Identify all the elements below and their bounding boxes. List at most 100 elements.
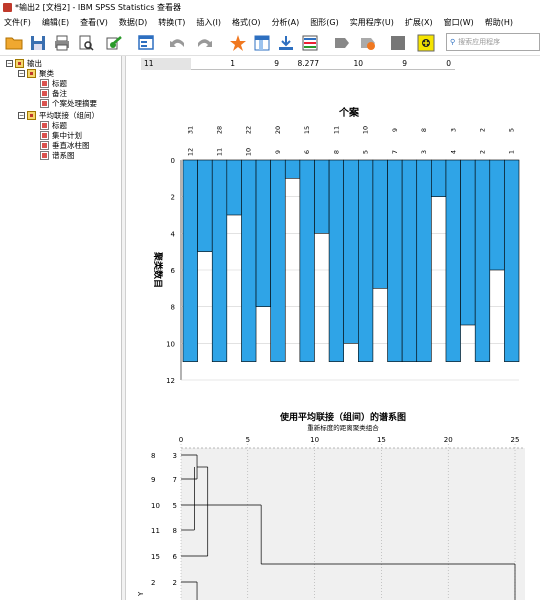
dendrogram-row-id: 5 <box>173 502 177 510</box>
tree-item[interactable]: 谱系图 <box>40 150 75 161</box>
designate-window-icon[interactable] <box>416 33 436 53</box>
case-number-label: 9 <box>391 128 399 132</box>
table-cell: 0 <box>446 59 451 68</box>
menu-item-3[interactable]: 数据(D) <box>119 17 147 28</box>
menu-item-6[interactable]: 格式(O) <box>232 17 261 28</box>
case-number-label: 3 <box>449 128 457 132</box>
icicle-case-bar <box>270 159 286 362</box>
case-id-label: 12 <box>186 148 194 156</box>
menu-item-9[interactable]: 实用程序(U) <box>350 17 394 28</box>
x-tick-label: 5 <box>246 436 250 444</box>
y-tick-label: 2 <box>171 194 175 202</box>
document-icon <box>40 89 49 98</box>
menu-item-12[interactable]: 帮助(H) <box>485 17 513 28</box>
dendrogram-row-id: 3 <box>173 452 177 460</box>
redo-icon[interactable] <box>194 33 214 53</box>
menu-item-4[interactable]: 转换(T) <box>158 17 185 28</box>
y-tick-label: 6 <box>171 267 176 275</box>
document-icon <box>40 99 49 108</box>
dendrogram-subtitle: 重新标度的距离聚类组合 <box>307 423 379 432</box>
case-number-label: 20 <box>274 126 282 134</box>
dendrogram-row-id: 2 <box>173 579 177 587</box>
dendrogram-plot-area <box>181 448 525 600</box>
promote-icon[interactable] <box>332 33 352 53</box>
case-id-label: 9 <box>274 150 282 154</box>
dendrogram-row-id: 8 <box>173 527 177 535</box>
tree-item[interactable]: 个案处理摘要 <box>40 98 97 109</box>
icicle-case-bar <box>182 159 198 362</box>
y-axis-label: 聚类数目 <box>152 251 164 288</box>
export-icon[interactable] <box>104 33 124 53</box>
save-icon[interactable] <box>28 33 48 53</box>
undo-icon[interactable] <box>168 33 188 53</box>
tree-item-label: 个案处理摘要 <box>52 99 97 108</box>
menu-item-5[interactable]: 插入(I) <box>196 17 221 28</box>
dendrogram-chart: 使用平均联接（组间）的谱系图重新标度的距离聚类组合0 5 10 15 20 258 39 71… <box>137 411 525 600</box>
icicle-case-bar <box>416 159 432 362</box>
icicle-chart: 个案024681012聚类数目3112281122102091561181059… <box>152 106 520 385</box>
case-number-label: 5 <box>508 128 516 132</box>
title-bar: *输出2 [文档2] - IBM SPSS Statistics 查看器 <box>0 0 540 14</box>
collapse-toggle-icon[interactable]: − <box>18 70 25 77</box>
icicle-title: 个案 <box>338 106 360 119</box>
icicle-case-bar <box>241 159 257 362</box>
icicle-gap-bar <box>255 159 271 307</box>
table-cell: 9 <box>402 59 407 68</box>
dendrogram-row-name: 9 <box>151 476 155 484</box>
dendrogram-title: 使用平均联接（组间）的谱系图 <box>279 411 406 423</box>
y-tick-label: 12 <box>166 377 175 385</box>
icicle-gap-bar <box>489 159 505 271</box>
pane-splitter[interactable] <box>122 56 126 600</box>
dendrogram-row-name: 10 <box>151 502 160 510</box>
goto-case-icon[interactable] <box>228 33 248 53</box>
spss-app-icon <box>3 2 12 12</box>
y-tick-label: 4 <box>171 230 176 238</box>
icicle-case-bar <box>387 159 403 362</box>
output-content: 11 1 9 8.277 10 9 0 个案 0 2 4 6 8 10 12 聚类数目 31 12 28 11 22 1… <box>127 56 540 600</box>
document-icon <box>40 151 49 160</box>
recall-dialog-icon[interactable] <box>136 33 156 53</box>
icicle-case-bar <box>504 159 520 362</box>
icicle-case-bar <box>299 159 315 362</box>
y-tick-label: 10 <box>166 340 175 348</box>
print-preview-icon[interactable] <box>76 33 96 53</box>
dendrogram-row-name: 15 <box>151 553 160 561</box>
icicle-gap-bar <box>401 159 418 362</box>
icicle-gap-bar <box>314 159 330 234</box>
insert-output-icon[interactable] <box>300 33 320 53</box>
print-icon[interactable] <box>52 33 72 53</box>
menu-item-10[interactable]: 扩展(X) <box>405 17 433 28</box>
y-tick-label: 8 <box>171 304 175 312</box>
icicle-gap-bar <box>372 159 388 289</box>
variables-icon[interactable] <box>276 33 296 53</box>
book-icon <box>15 59 24 68</box>
menu-item-1[interactable]: 编辑(E) <box>42 17 69 28</box>
menu-item-0[interactable]: 文件(F) <box>4 17 31 28</box>
dendrogram-row-name: 11 <box>151 527 160 535</box>
menu-item-8[interactable]: 图形(G) <box>310 17 338 28</box>
icicle-case-bar <box>445 159 461 362</box>
icicle-case-bar <box>328 159 344 362</box>
table-cell: 1 <box>230 59 235 68</box>
collapse-toggle-icon[interactable]: − <box>18 112 25 119</box>
case-number-label: 11 <box>332 126 340 134</box>
icicle-case-bar <box>474 159 491 362</box>
case-number-label: 2 <box>478 128 486 132</box>
case-id-label: 3 <box>420 150 428 154</box>
menu-item-2[interactable]: 查看(V) <box>80 17 108 28</box>
collapse-toggle-icon[interactable]: − <box>6 60 13 67</box>
case-number-label: 8 <box>420 128 428 132</box>
case-id-label: 7 <box>391 150 399 154</box>
demote-icon[interactable] <box>358 33 378 53</box>
outline-pane: − 输出 − 聚类 标题 备注 个案处理摘要 − 平均联接（组间） 标题 集中计划 垂直冰柱图 谱系图 <box>0 56 122 600</box>
table-cell: 10 <box>353 59 363 68</box>
show-all-icon[interactable] <box>388 33 408 53</box>
search-input[interactable]: ⚲ 搜索应用程序 <box>446 33 540 51</box>
menu-item-11[interactable]: 窗口(W) <box>444 17 474 28</box>
case-id-label: 1 <box>508 150 516 154</box>
tree-item-label: 谱系图 <box>52 151 75 160</box>
menu-item-7[interactable]: 分析(A) <box>272 17 300 28</box>
goto-variable-icon[interactable] <box>252 33 272 53</box>
open-folder-icon[interactable] <box>4 33 24 53</box>
case-number-label: 31 <box>186 126 194 134</box>
